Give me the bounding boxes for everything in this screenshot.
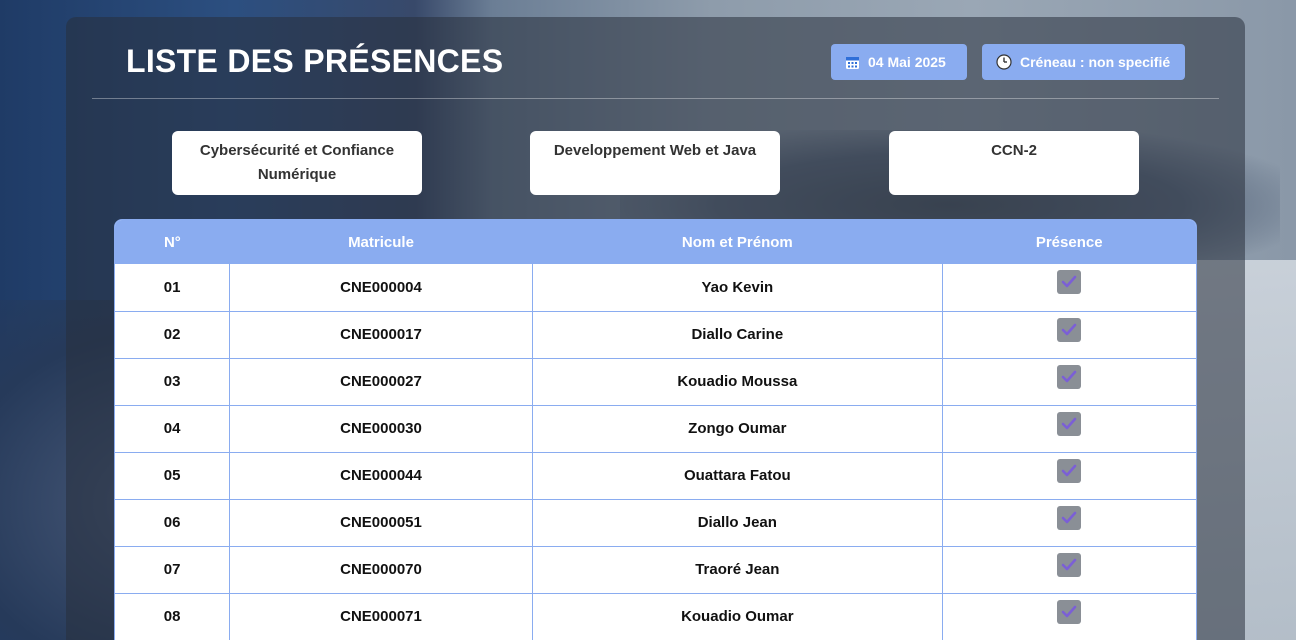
filiere-box: Cybersécurité et Confiance Numérique bbox=[172, 131, 422, 195]
row-number: 02 bbox=[115, 311, 231, 359]
row-number: 03 bbox=[115, 358, 231, 406]
row-name: Kouadio Oumar bbox=[532, 593, 943, 640]
date-label: 04 Mai 2025 bbox=[868, 54, 946, 70]
check-icon bbox=[1062, 370, 1077, 382]
row-matricule: CNE000004 bbox=[229, 264, 533, 312]
row-name: Diallo Jean bbox=[532, 499, 943, 547]
row-number: 06 bbox=[115, 499, 231, 547]
check-icon bbox=[1062, 558, 1077, 570]
table-row: 05 CNE000044 Ouattara Fatou bbox=[115, 452, 1196, 500]
row-name: Diallo Carine bbox=[532, 311, 943, 359]
classe-box: CCN-2 bbox=[889, 131, 1139, 195]
row-presence bbox=[942, 264, 1196, 312]
date-badge: 04 Mai 2025 bbox=[831, 44, 967, 80]
calendar-icon bbox=[846, 56, 859, 69]
presence-checkbox[interactable] bbox=[1057, 458, 1082, 483]
row-matricule: CNE000071 bbox=[229, 593, 533, 640]
row-matricule: CNE000044 bbox=[229, 452, 533, 500]
row-number: 01 bbox=[115, 264, 231, 312]
row-name: Ouattara Fatou bbox=[532, 452, 943, 500]
matiere-box: Developpement Web et Java bbox=[530, 131, 780, 195]
attendance-table: N° Matricule Nom et Prénom Présence 01 CN… bbox=[114, 219, 1197, 640]
row-matricule: CNE000070 bbox=[229, 546, 533, 594]
table-row: 08 CNE000071 Kouadio Oumar bbox=[115, 593, 1196, 640]
check-icon bbox=[1062, 275, 1077, 288]
row-name: Traoré Jean bbox=[532, 546, 943, 594]
page-title: LISTE DES PRÉSENCES bbox=[126, 43, 504, 79]
table-row: 01 CNE000004 Yao Kevin bbox=[115, 264, 1196, 312]
row-name: Yao Kevin bbox=[532, 264, 943, 312]
row-matricule: CNE000027 bbox=[229, 358, 533, 406]
column-header-number: N° bbox=[163, 233, 181, 251]
attendance-card: LISTE DES PRÉSENCES 04 Mai 2025 Créneau … bbox=[66, 17, 1245, 640]
row-presence bbox=[942, 358, 1196, 406]
row-number: 05 bbox=[115, 452, 231, 500]
table-header-row: N° Matricule Nom et Prénom Présence bbox=[115, 220, 1196, 264]
row-number: 07 bbox=[115, 546, 231, 594]
row-presence bbox=[942, 452, 1196, 500]
row-number: 08 bbox=[115, 593, 231, 640]
presence-checkbox[interactable] bbox=[1057, 505, 1082, 530]
table-row: 06 CNE000051 Diallo Jean bbox=[115, 499, 1196, 547]
row-name: Kouadio Moussa bbox=[532, 358, 943, 406]
presence-checkbox[interactable] bbox=[1057, 270, 1082, 295]
presence-checkbox[interactable] bbox=[1057, 599, 1082, 624]
row-presence bbox=[942, 405, 1196, 453]
table-row: 07 CNE000070 Traoré Jean bbox=[115, 546, 1196, 594]
row-matricule: CNE000051 bbox=[229, 499, 533, 547]
check-icon bbox=[1062, 511, 1077, 523]
presence-checkbox[interactable] bbox=[1057, 411, 1082, 436]
check-icon bbox=[1062, 464, 1077, 476]
slot-badge: Créneau : non specifié bbox=[982, 44, 1185, 80]
column-header-presence: Présence bbox=[1035, 233, 1103, 251]
row-presence bbox=[942, 546, 1196, 594]
column-header-matricule: Matricule bbox=[348, 233, 414, 251]
check-icon bbox=[1062, 323, 1077, 335]
row-matricule: CNE000017 bbox=[229, 311, 533, 359]
check-icon bbox=[1062, 417, 1077, 429]
header-divider bbox=[92, 98, 1219, 99]
table-row: 02 CNE000017 Diallo Carine bbox=[115, 311, 1196, 359]
table-row: 04 CNE000030 Zongo Oumar bbox=[115, 405, 1196, 453]
row-presence bbox=[942, 593, 1196, 640]
column-header-name: Nom et Prénom bbox=[681, 233, 793, 251]
row-number: 04 bbox=[115, 405, 231, 453]
row-presence bbox=[942, 499, 1196, 547]
row-presence bbox=[942, 311, 1196, 359]
check-icon bbox=[1062, 605, 1077, 617]
row-name: Zongo Oumar bbox=[532, 405, 943, 453]
slot-label: Créneau : non specifié bbox=[1020, 54, 1171, 70]
clock-icon bbox=[996, 54, 1012, 70]
presence-checkbox[interactable] bbox=[1057, 317, 1082, 342]
presence-checkbox[interactable] bbox=[1057, 552, 1082, 577]
table-row: 03 CNE000027 Kouadio Moussa bbox=[115, 358, 1196, 406]
row-matricule: CNE000030 bbox=[229, 405, 533, 453]
presence-checkbox[interactable] bbox=[1057, 364, 1082, 389]
